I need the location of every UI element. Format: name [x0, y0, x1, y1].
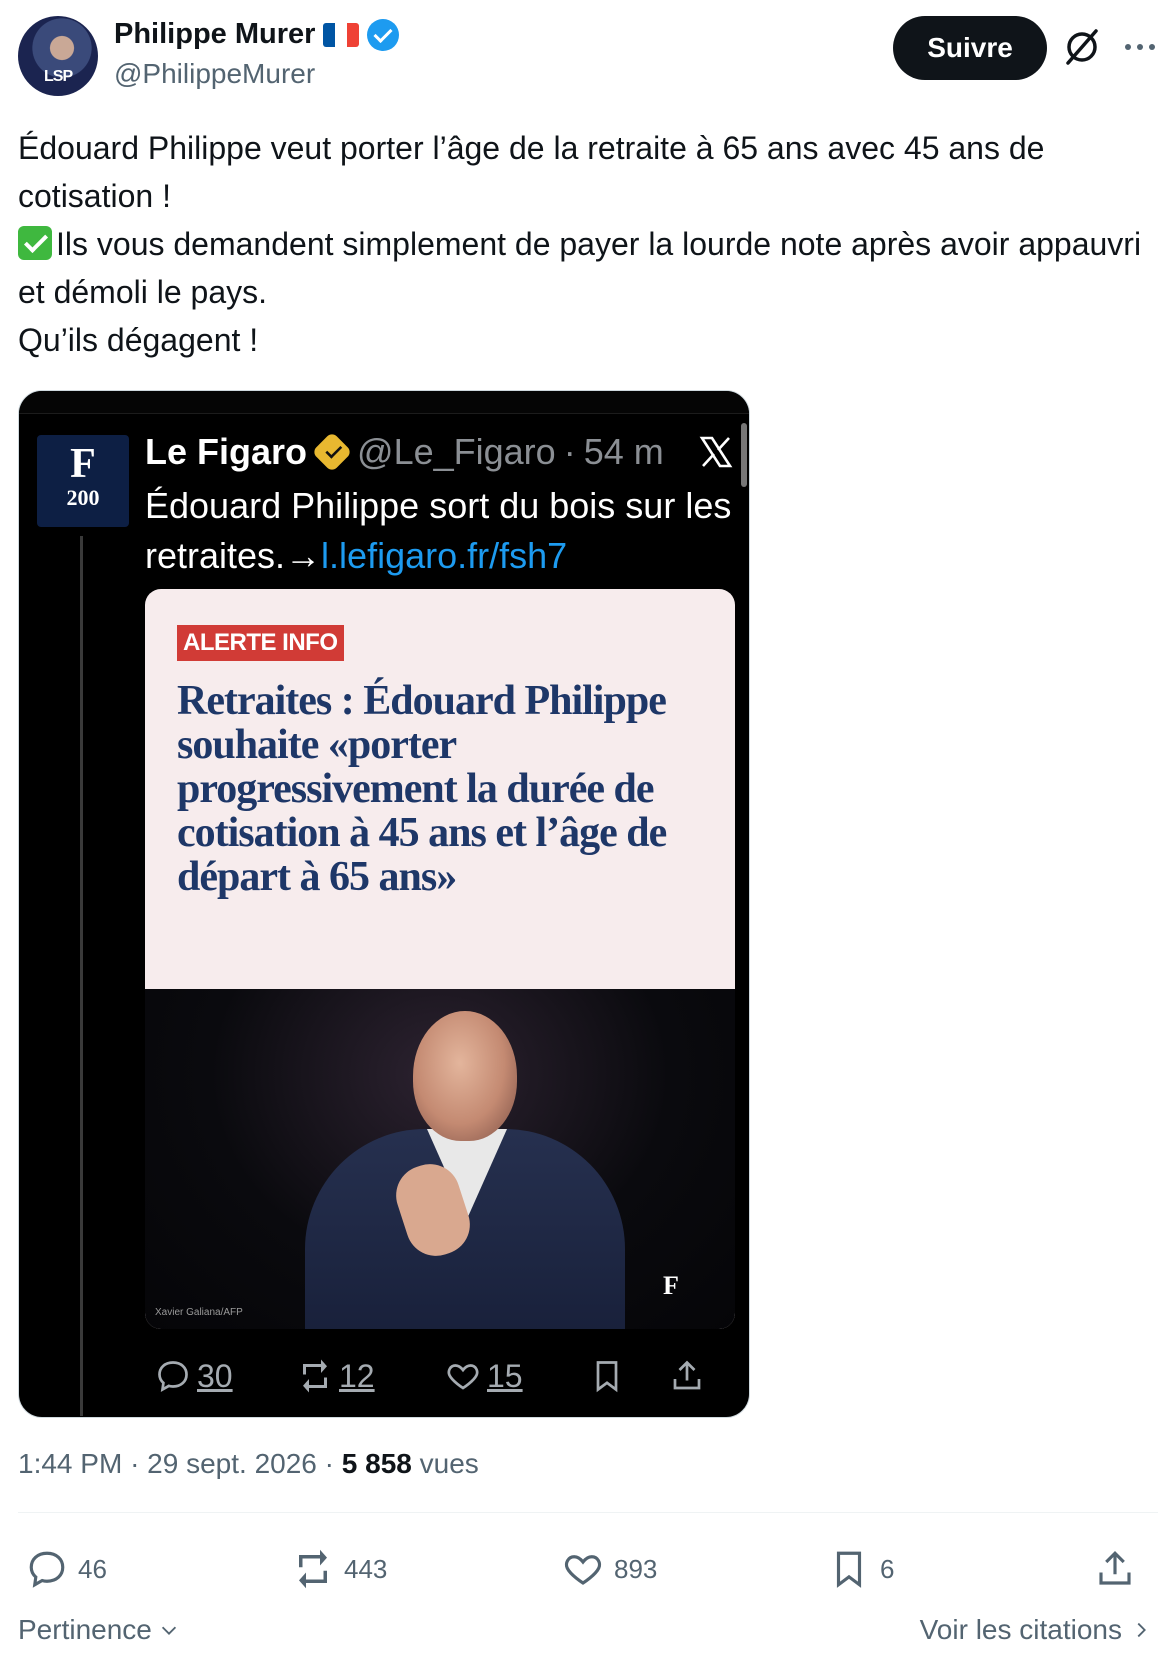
reply-icon — [158, 1361, 188, 1393]
tweet-actions: 46 443 893 6 — [18, 1540, 1168, 1596]
tweet-line-2: Ils vous demandent simplement de payer l… — [18, 226, 1142, 310]
media-scrollbar — [741, 423, 747, 487]
embedded-share — [669, 1358, 705, 1394]
article-headline: Retraites : Édouard Philippe souhaite «p… — [177, 678, 667, 900]
bookmark-icon — [836, 1551, 862, 1588]
like-icon — [564, 1555, 602, 1585]
tweet-text: Édouard Philippe veut porter l’âge de la… — [18, 124, 1158, 364]
grok-icon[interactable] — [1062, 27, 1102, 67]
repost-icon — [299, 1549, 327, 1589]
share-icon — [1099, 1551, 1131, 1585]
reply-icon — [29, 1551, 65, 1588]
alert-badge: ALERTE INFO — [177, 625, 344, 661]
repost-button[interactable]: 443 — [292, 1548, 387, 1590]
embedded-sep: · — [563, 431, 576, 472]
author-name[interactable]: Philippe Murer — [114, 18, 315, 51]
avatar-tag: LSP — [44, 68, 73, 85]
divider — [18, 1512, 1158, 1513]
embedded-header: Le Figaro @Le_Figaro · 54 m — [145, 431, 664, 473]
share-icon — [673, 1360, 701, 1390]
check-mark-icon — [18, 226, 52, 260]
embedded-like: 15 — [445, 1358, 523, 1395]
reply-button[interactable]: 46 — [26, 1548, 107, 1590]
chevron-down-icon — [161, 1626, 176, 1635]
quotes-label: Voir les citations — [919, 1614, 1122, 1645]
photo-head — [413, 1011, 517, 1141]
lefigaro-logo: F 200 — [37, 435, 129, 527]
follow-button[interactable]: Suivre — [893, 16, 1047, 80]
reply-count: 46 — [78, 1553, 107, 1584]
article-card: ALERTE INFO Retraites : Édouard Philippe… — [145, 589, 735, 1329]
france-flag-icon — [323, 22, 360, 47]
tweet-line-3: Qu’ils dégagent ! — [18, 322, 259, 358]
tweet-time[interactable]: 1:44 PM — [18, 1448, 122, 1479]
thread-line — [80, 536, 83, 1416]
embedded-text: Édouard Philippe sort du bois sur les re… — [145, 485, 732, 576]
sort-dropdown[interactable]: Pertinence — [18, 1614, 180, 1646]
photo-credit: Xavier Galiana/AFP — [155, 1307, 243, 1318]
embedded-link: l.lefigaro.fr/fsh7 — [321, 535, 568, 576]
x-logo-icon — [699, 436, 733, 468]
bookmark-count: 6 — [880, 1553, 895, 1584]
embedded-reply: 30 — [155, 1358, 233, 1395]
view-quotes-link[interactable]: Voir les citations — [920, 1614, 1152, 1646]
tweet-meta: 1:44 PM · 29 sept. 2026 · 5 858 vues — [18, 1448, 479, 1479]
avatar[interactable]: LSP — [18, 16, 98, 96]
embedded-actions: 30 12 15 — [145, 1351, 745, 1401]
share-button[interactable] — [1094, 1548, 1136, 1590]
repost-count: 443 — [344, 1553, 388, 1584]
author-name-row[interactable]: Philippe Murer — [114, 18, 400, 51]
gold-verified-badge-icon — [311, 431, 353, 473]
views-label: vues — [419, 1448, 479, 1479]
like-icon — [447, 1364, 479, 1390]
like-button[interactable]: 893 — [562, 1548, 657, 1590]
tweet-date[interactable]: 29 sept. 2026 — [147, 1448, 317, 1479]
repost-icon — [303, 1359, 327, 1393]
author-handle[interactable]: @PhilippeMurer — [114, 58, 315, 90]
bookmark-icon — [596, 1361, 618, 1393]
embedded-handle: @Le_Figaro — [357, 431, 556, 472]
embedded-name: Le Figaro — [145, 431, 308, 472]
views-count: 5 858 — [341, 1448, 412, 1479]
embedded-bookmark — [589, 1358, 625, 1394]
figaro-watermark: F — [663, 1271, 679, 1300]
sort-label: Pertinence — [18, 1614, 152, 1645]
embedded-repost: 12 — [297, 1358, 375, 1395]
more-icon[interactable] — [1120, 32, 1160, 62]
embedded-time: 54 m — [583, 431, 664, 472]
media-image[interactable]: F 200 Le Figaro @Le_Figaro · 54 m Édouar… — [18, 390, 750, 1418]
tweet-line-1: Édouard Philippe veut porter l’âge de la… — [18, 130, 1045, 214]
media-top-bar — [19, 391, 749, 414]
article-photo: Xavier Galiana/AFP F — [145, 989, 735, 1329]
verified-badge-icon[interactable] — [367, 18, 400, 51]
like-count: 893 — [614, 1553, 658, 1584]
bookmark-button[interactable]: 6 — [828, 1548, 894, 1590]
chevron-right-icon — [1137, 1622, 1146, 1638]
